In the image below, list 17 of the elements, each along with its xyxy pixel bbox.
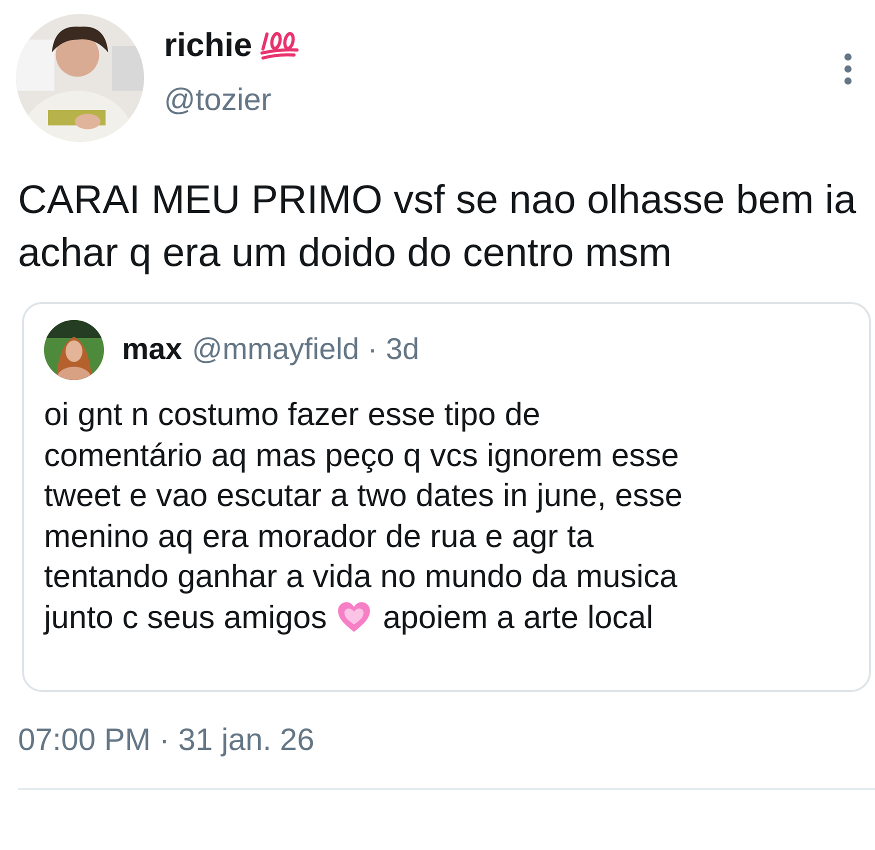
timestamp: 07:00 PM · 31 jan. 26	[18, 722, 316, 758]
quote-text: comentário aq mas peço q vcs ignorem esse	[44, 436, 679, 475]
quote-text: tentando ganhar a vida no mundo da musica	[44, 557, 678, 596]
quoted-tweet-card[interactable]	[22, 302, 871, 692]
user-handle[interactable]: @tozier	[164, 82, 843, 118]
quote-text: tweet e vao escutar a two dates in june, esse	[44, 476, 683, 515]
display-name: richie	[164, 26, 252, 64]
hundred-points-icon	[260, 30, 300, 60]
quote-text: junto c seus amigos	[44, 598, 327, 637]
more-options-icon[interactable]	[843, 52, 853, 86]
display-name: max	[122, 333, 182, 367]
tweet-text: CARAI MEU PRIMO vsf se nao olhasse bem ia achar q era um doido do centro msm	[18, 177, 858, 277]
quote-text: apoiem a arte local	[382, 598, 654, 637]
user-handle: @mmayfield · 3d	[192, 333, 420, 367]
heart-icon	[336, 600, 371, 633]
quote-text: oi gnt n costumo fazer esse tipo de	[44, 395, 540, 434]
quote-text: menino aq era morador de rua e agr ta	[44, 516, 594, 556]
